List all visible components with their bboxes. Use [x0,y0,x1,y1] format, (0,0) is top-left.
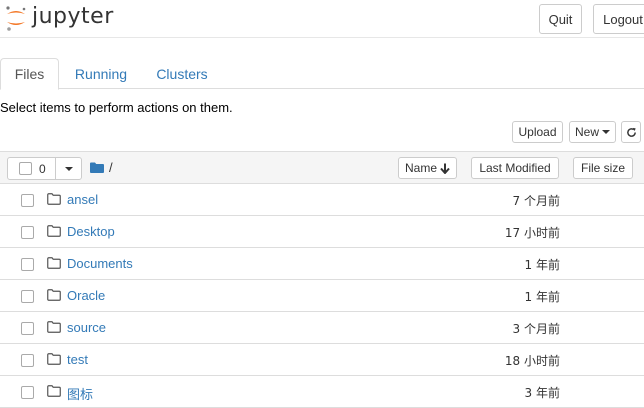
folder-name-link[interactable]: ansel [67,192,98,207]
folder-name-link[interactable]: Desktop [67,224,115,239]
logo-text: jupyter [32,3,114,29]
select-dropdown-button[interactable] [55,158,81,179]
file-list-row[interactable]: Desktop 17 小时前 [0,216,644,248]
quit-button[interactable]: Quit [539,4,582,34]
logout-button[interactable]: Logout [593,4,644,34]
folder-outline-icon [47,289,61,301]
folder-name-link[interactable]: test [67,352,88,367]
tab-files[interactable]: Files [0,58,59,90]
sort-by-name-button[interactable]: Name [398,157,457,179]
folder-name-link[interactable]: Oracle [67,288,105,303]
row-checkbox[interactable] [21,258,34,271]
instructions-text: Select items to perform actions on them. [0,100,233,115]
refresh-button[interactable] [621,121,641,143]
row-checkbox[interactable] [21,290,34,303]
tab-bar: Files Running Clusters [0,58,644,90]
select-all-checkbox[interactable] [19,162,32,175]
caret-down-icon [64,166,73,171]
row-checkbox[interactable] [21,386,34,399]
folder-outline-icon [47,385,61,397]
row-checkbox[interactable] [21,322,34,335]
file-list-header: 0 / Name Last Modified File size [0,151,644,184]
folder-name-link[interactable]: source [67,320,106,335]
folder-name-link[interactable]: Documents [67,256,133,271]
last-modified-text: 3 年前 [524,386,560,400]
breadcrumb: / [90,160,113,175]
arrow-down-icon [440,163,450,174]
row-checkbox[interactable] [21,194,34,207]
folder-outline-icon [47,321,61,333]
folder-icon[interactable] [90,162,104,173]
row-checkbox[interactable] [21,226,34,239]
refresh-icon [626,127,636,137]
folder-name-link[interactable]: 图标 [67,384,93,403]
last-modified-text: 3 个月前 [512,322,560,336]
select-all-group[interactable]: 0 [7,157,82,180]
top-header: jupyter Quit Logout [0,0,644,38]
folder-outline-icon [47,193,61,205]
last-modified-text: 1 年前 [524,258,560,272]
sort-name-label: Name [404,161,437,175]
file-list-row[interactable]: ansel 7 个月前 [0,184,644,216]
last-modified-text: 18 小时前 [504,354,560,368]
file-list-row[interactable]: test 18 小时前 [0,344,644,376]
upload-button[interactable]: Upload [512,121,563,143]
row-checkbox[interactable] [21,354,34,367]
file-list-row[interactable]: Oracle 1 年前 [0,280,644,312]
file-list-row[interactable]: source 3 个月前 [0,312,644,344]
folder-outline-icon [47,257,61,269]
sort-by-last-modified-button[interactable]: Last Modified [471,157,559,179]
tab-clusters[interactable]: Clusters [146,58,218,89]
caret-down-icon [602,130,610,134]
last-modified-text: 7 个月前 [512,194,560,208]
file-list-row[interactable]: Documents 1 年前 [0,248,644,280]
jupyter-logo[interactable]: jupyter [4,4,114,32]
selected-count: 0 [39,161,46,176]
sort-by-file-size-button[interactable]: File size [573,157,633,179]
new-button-label: New [574,125,599,139]
file-list-row[interactable]: 图标 3 年前 [0,376,644,408]
jupyter-logo-icon [6,6,26,31]
last-modified-text: 1 年前 [524,290,560,304]
last-modified-text: 17 小时前 [504,226,560,240]
folder-outline-icon [47,225,61,237]
breadcrumb-path[interactable]: / [109,160,113,175]
tab-running[interactable]: Running [64,58,138,89]
folder-outline-icon [47,353,61,365]
new-button[interactable]: New [569,121,616,143]
